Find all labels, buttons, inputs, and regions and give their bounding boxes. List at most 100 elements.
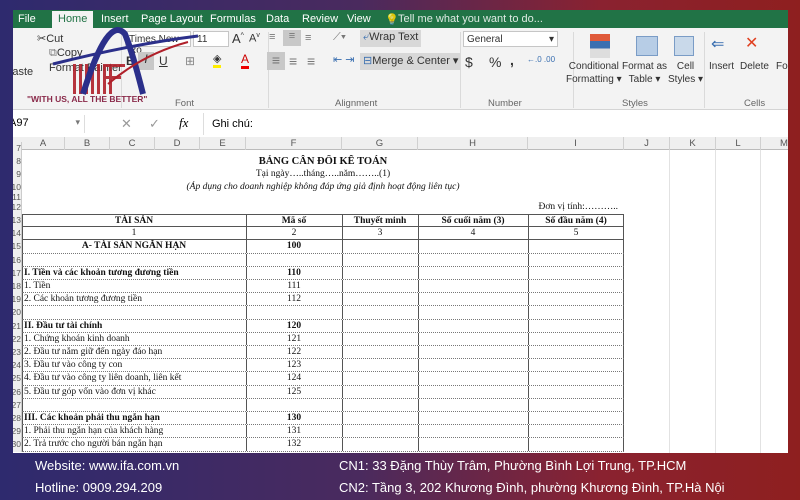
tell-me-search[interactable]: Tell me what you want to do... (398, 13, 543, 25)
row-header[interactable]: 17 (13, 266, 22, 280)
tab-view[interactable]: View (347, 13, 371, 25)
table-row: 1. Phải thu ngắn hạn của khách hàng 131 (22, 425, 624, 439)
table-row: A- TÀI SẢN NGẮN HẠN 100 (22, 240, 624, 254)
row-header[interactable]: 29 (13, 425, 22, 439)
align-left-icon[interactable]: ≡ (267, 52, 285, 70)
table-row: 1. Tiền 111 (22, 280, 624, 294)
row-header[interactable]: 8 (13, 155, 22, 168)
column-header-F[interactable]: F (246, 137, 342, 150)
row-header[interactable]: 19 (13, 293, 22, 307)
row-header[interactable]: 30 (13, 438, 22, 452)
row-header[interactable]: 23 (13, 346, 22, 360)
cell-border (342, 372, 343, 385)
cell-styles-button[interactable]: Cell Styles ▾ (668, 60, 703, 86)
column-header-D[interactable]: D (155, 137, 200, 150)
conditional-formatting-button[interactable]: Conditional Formatting ▾ (566, 60, 622, 86)
excel-window: File Home Insert Page Layout Formulas Da… (13, 10, 788, 453)
wrap-text-button[interactable]: ⤶Wrap Text (360, 30, 422, 47)
row-header[interactable]: 18 (13, 280, 22, 294)
column-header-K[interactable]: K (670, 137, 716, 150)
column-header-E[interactable]: E (200, 137, 246, 150)
unit-row: Đơn vị tính:……….. (22, 201, 624, 214)
asset-label: 1. Tiền (24, 281, 51, 291)
merge-icon: ⊟ (363, 55, 373, 67)
fill-color-icon[interactable]: ◈ (213, 52, 222, 68)
cell-border (623, 412, 624, 425)
asset-code: 130 (286, 413, 302, 423)
row-header[interactable]: 7 (13, 142, 22, 155)
row-header[interactable]: 15 (13, 240, 22, 254)
delete-cells-button[interactable]: Delete (740, 61, 769, 72)
asset-label: 2. Các khoản tương đương tiền (24, 294, 142, 305)
row-header[interactable]: 28 (13, 412, 22, 426)
align-middle-icon[interactable]: ≡ (283, 30, 301, 46)
column-header-L[interactable]: L (716, 137, 761, 150)
tab-formulas[interactable]: Formulas (210, 13, 256, 25)
row-header[interactable]: 16 (13, 253, 22, 267)
percent-button[interactable]: % (489, 54, 501, 70)
column-header-I[interactable]: I (528, 137, 624, 150)
column-title: Thuyết minh (353, 216, 407, 226)
tab-review[interactable]: Review (302, 13, 338, 25)
name-box[interactable]: A97▾ (13, 115, 85, 133)
insert-function-icon[interactable]: fx (179, 115, 188, 131)
row-header[interactable]: 20 (13, 306, 22, 320)
row-header[interactable]: 12 (13, 201, 22, 214)
row-header[interactable]: 25 (13, 372, 22, 386)
asset-label (24, 254, 244, 266)
format-cells-button[interactable]: Format (776, 61, 788, 72)
indent-icons[interactable]: ⇤ ⇥ (333, 53, 355, 66)
column-title: TÀI SẢN (114, 216, 154, 226)
align-top-icon[interactable]: ≡ (269, 31, 275, 43)
row-header[interactable]: 11 (13, 194, 22, 201)
align-bottom-icon[interactable]: ≡ (305, 32, 311, 44)
enter-icon[interactable]: ✓ (149, 116, 160, 132)
row-header[interactable]: 14 (13, 227, 22, 241)
cell-border (623, 319, 624, 332)
cell-border (528, 412, 529, 425)
comma-button[interactable]: , (510, 52, 514, 68)
decrease-font-icon[interactable]: Av (249, 32, 260, 45)
row-header[interactable]: 21 (13, 319, 22, 333)
font-color-icon[interactable]: A (241, 52, 250, 69)
column-header-C[interactable]: C (110, 137, 155, 150)
align-right-icon[interactable]: ≡ (307, 53, 315, 69)
column-header-G[interactable]: G (342, 137, 418, 150)
table-row: 4. Đầu tư vào công ty liên doanh, liên k… (22, 372, 624, 386)
column-header-B[interactable]: B (65, 137, 110, 150)
row-header[interactable]: 26 (13, 385, 22, 399)
merge-center-button[interactable]: ⊟Merge & Center ▾ (360, 53, 462, 70)
decimal-buttons[interactable]: ←.0 .00 (527, 55, 555, 64)
column-header-M[interactable]: M (761, 137, 788, 150)
align-center-icon[interactable]: ≡ (289, 53, 297, 69)
table-row: 1. Chứng khoán kinh doanh 121 (22, 332, 624, 346)
orientation-icon[interactable]: ⟋▾ (333, 31, 346, 44)
column-title: Mã số (281, 216, 307, 226)
cell-border (22, 306, 23, 319)
row-header[interactable]: 27 (13, 398, 22, 412)
insert-cells-button[interactable]: Insert (709, 61, 734, 72)
increase-font-icon[interactable]: A^ (232, 31, 244, 46)
format-as-table-button[interactable]: Format as Table ▾ (622, 60, 667, 86)
row-header[interactable]: 22 (13, 332, 22, 346)
tab-data[interactable]: Data (266, 13, 289, 25)
asset-code: 111 (287, 281, 301, 291)
cancel-icon[interactable]: ✕ (121, 116, 132, 132)
currency-button[interactable]: $ (465, 54, 473, 70)
formula-input[interactable]: Ghi chú: (203, 113, 788, 135)
worksheet-grid[interactable]: BẢNG CÂN ĐỐI KẾ TOÁN Tại ngày…..tháng…..n… (13, 142, 788, 453)
row-header[interactable]: 9 (13, 168, 22, 181)
column-header-A[interactable]: A (22, 137, 65, 150)
row-header[interactable]: 10 (13, 181, 22, 194)
number-format-select[interactable]: General ▾ (463, 31, 558, 47)
cells-group-label: Cells (744, 98, 766, 109)
cell-border (342, 332, 343, 345)
table-row: 2. Các khoản tương đương tiền 112 (22, 293, 624, 307)
cell-border (22, 280, 23, 293)
row-header[interactable]: 24 (13, 359, 22, 373)
column-header-H[interactable]: H (418, 137, 528, 150)
cell-border (342, 346, 343, 359)
row-header[interactable]: 13 (13, 214, 22, 228)
column-header-J[interactable]: J (624, 137, 670, 150)
cell-border (528, 266, 529, 279)
